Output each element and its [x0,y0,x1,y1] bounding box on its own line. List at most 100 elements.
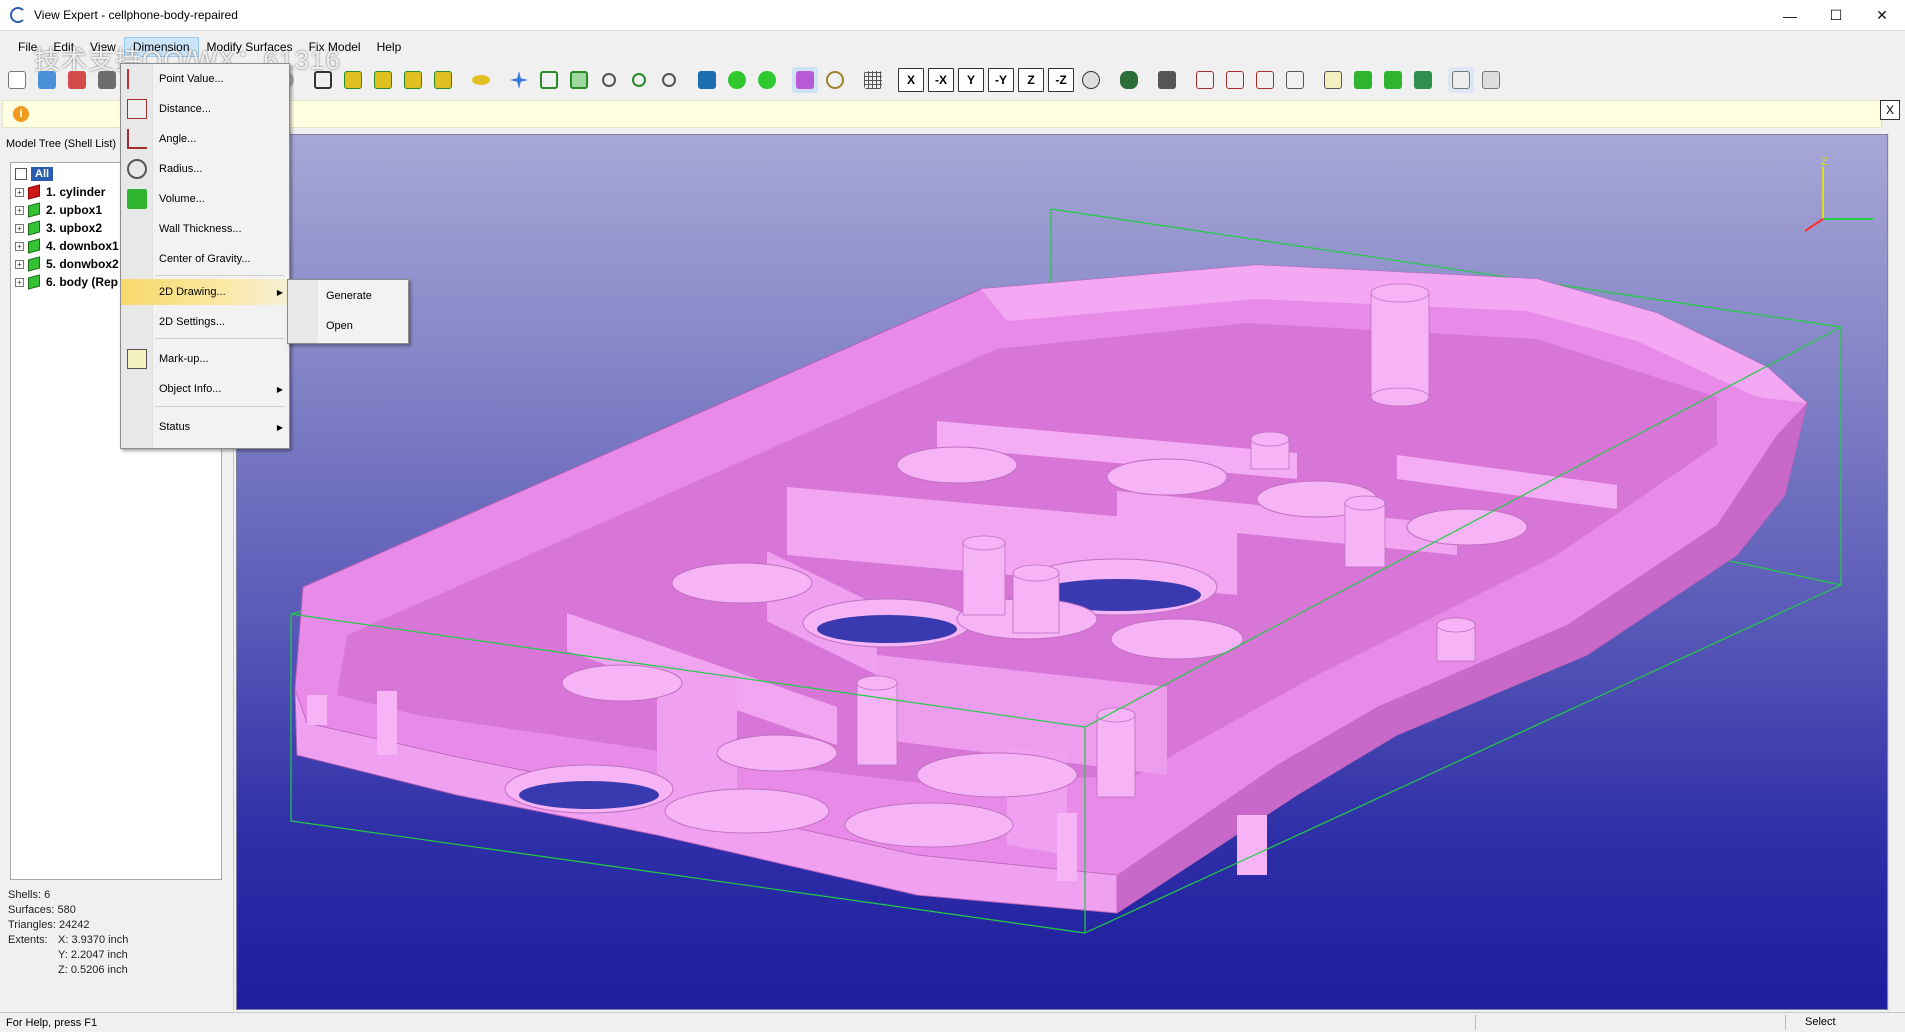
tree-root-label[interactable]: All [31,167,54,181]
perspective-cube-icon [1120,71,1138,89]
maximize-button[interactable]: ☐ [1813,0,1859,31]
zoom-window-button[interactable] [536,67,562,93]
menu-item-point-value[interactable]: Point Value... [121,66,289,92]
pan-button[interactable] [506,67,532,93]
menu-dimension[interactable]: Dimension [123,37,199,57]
zoom-out-button[interactable] [656,67,682,93]
view-neg-z-button[interactable]: -Z [1048,68,1074,92]
select-shell-4-button[interactable] [430,67,456,93]
menu-item-label: Volume... [159,193,205,205]
render-mode-1-button[interactable] [694,67,720,93]
info-bar-close-button[interactable]: X [1880,100,1900,120]
menu-edit[interactable]: Edit [45,38,82,56]
close-button[interactable]: ✕ [1859,0,1905,31]
menu-item-2d-settings[interactable]: 2D Settings... [121,309,289,335]
menu-item-distance[interactable]: Distance... [121,96,289,122]
title-bar: View Expert - cellphone-body-repaired — … [0,0,1905,31]
shell-cube-icon [28,220,40,236]
zoom-in-button[interactable] [626,67,652,93]
menu-item-center-of-gravity[interactable]: Center of Gravity... [121,246,289,272]
root-checkbox-icon [15,168,27,180]
select-shell-3-button[interactable] [400,67,426,93]
grid-button[interactable] [860,67,886,93]
zoom-button[interactable] [596,67,622,93]
fit-box-button[interactable] [310,67,336,93]
submenu-item-open[interactable]: Open [326,320,353,332]
stats-extent-z: Z: 0.5206 inch [58,964,128,976]
menu-item-volume[interactable]: Volume... [121,186,289,212]
stats-extent-x: X: 3.9370 inch [58,934,129,946]
measure-4-button[interactable] [1282,67,1308,93]
shell-1-button[interactable] [1350,67,1376,93]
eye-icon [472,75,490,85]
shell-3-button[interactable] [1410,67,1436,93]
3d-viewport[interactable]: Z [236,134,1888,1010]
panel-toggle-2-button[interactable] [1478,67,1504,93]
measure-icon [1256,71,1274,89]
panel-toggle-1-button[interactable] [1448,67,1474,93]
markup-button[interactable] [1320,67,1346,93]
submenu-item-generate[interactable]: Generate [326,290,372,302]
menu-file[interactable]: File [10,38,45,56]
repair-button[interactable] [64,67,90,93]
cellphone-body-model [294,264,1808,914]
expand-icon[interactable]: + [15,223,24,233]
measure-icon [1226,71,1244,89]
perspective-button[interactable] [1116,67,1142,93]
transparency-icon [796,71,814,89]
tree-item-upbox2[interactable]: + 3. upbox2 [15,220,103,236]
save-button[interactable] [94,67,120,93]
pan-arrows-icon [510,71,528,89]
expand-icon[interactable]: + [15,187,24,197]
measure-1-button[interactable] [1192,67,1218,93]
new-file-button[interactable] [4,67,30,93]
measure-3-button[interactable] [1252,67,1278,93]
transparency-button[interactable] [792,67,818,93]
rotate-button[interactable] [822,67,848,93]
render-mode-2-button[interactable] [724,67,750,93]
shell-2-button[interactable] [1380,67,1406,93]
zoom-fit-button[interactable] [566,67,592,93]
minimize-button[interactable]: — [1767,0,1813,31]
print-button[interactable] [1154,67,1180,93]
menu-fix-model[interactable]: Fix Model [301,38,369,56]
tree-item-label: 6. body (Rep [46,275,119,289]
menu-item-mark-up[interactable]: Mark-up... [121,346,289,372]
view-x-button[interactable]: X [898,68,924,92]
tree-item-label: 3. upbox2 [46,221,103,235]
status-help-text: For Help, press F1 [6,1016,98,1029]
menu-modify-surfaces[interactable]: Modify Surfaces [199,38,301,56]
open-button[interactable] [34,67,60,93]
expand-icon[interactable]: + [15,241,24,251]
expand-icon[interactable]: + [15,259,24,269]
tree-item-donwbox2[interactable]: + 5. donwbox2 [15,256,119,272]
expand-icon[interactable]: + [15,205,24,215]
select-shell-1-button[interactable] [340,67,366,93]
menu-view[interactable]: View [82,38,124,56]
expand-icon[interactable]: + [15,277,24,287]
tree-item-downbox1[interactable]: + 4. downbox1 [15,238,119,254]
view-neg-y-button[interactable]: -Y [988,68,1014,92]
view-z-button[interactable]: Z [1018,68,1044,92]
tree-item-body[interactable]: + 6. body (Rep [15,274,119,290]
render-mode-3-button[interactable] [754,67,780,93]
select-shell-2-button[interactable] [370,67,396,93]
view-eye-button[interactable] [468,67,494,93]
menu-item-radius[interactable]: Radius... [121,156,289,182]
tree-root[interactable]: All [15,167,54,181]
submenu-arrow-icon: ▶ [276,287,283,297]
menu-item-2d-drawing[interactable]: 2D Drawing... ▶ [121,279,289,305]
menu-item-wall-thickness[interactable]: Wall Thickness... [121,216,289,242]
tree-item-cylinder[interactable]: + 1. cylinder [15,184,105,200]
vertical-scrollbar[interactable] [1888,134,1905,1010]
view-neg-x-button[interactable]: -X [928,68,954,92]
measure-2-button[interactable] [1222,67,1248,93]
tree-item-upbox1[interactable]: + 2. upbox1 [15,202,102,218]
iso-view-button[interactable] [1078,67,1104,93]
menu-item-status[interactable]: Status ▶ [121,414,289,440]
menu-help[interactable]: Help [369,38,410,56]
menu-item-object-info[interactable]: Object Info... ▶ [121,376,289,402]
stats-extents-label: Extents: [8,934,48,946]
menu-item-angle[interactable]: Angle... [121,126,289,152]
view-y-button[interactable]: Y [958,68,984,92]
